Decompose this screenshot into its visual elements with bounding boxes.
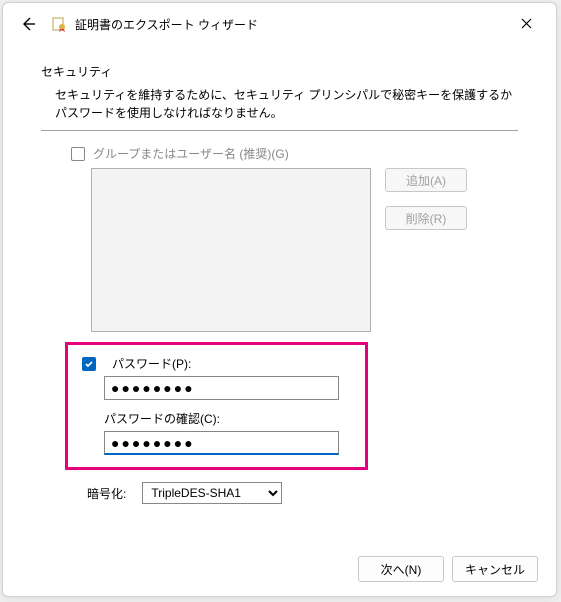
section-description: セキュリティを維持するために、セキュリティ プリンシパルで秘密キーを保護するかパ… xyxy=(41,86,518,122)
export-wizard-dialog: 証明書のエクスポート ウィザード セキュリティ セキュリティを維持するために、セ… xyxy=(2,2,557,597)
password-confirm-input[interactable] xyxy=(104,431,339,455)
group-checkbox[interactable] xyxy=(71,147,85,161)
password-label: パスワード(P): xyxy=(112,355,191,372)
password-input[interactable] xyxy=(104,376,339,400)
content-area: セキュリティ セキュリティを維持するために、セキュリティ プリンシパルで秘密キー… xyxy=(3,43,556,544)
close-icon xyxy=(521,18,532,29)
group-checkbox-row: グループまたはユーザー名 (推奨)(G) xyxy=(41,145,518,162)
dialog-title: 証明書のエクスポート ウィザード xyxy=(75,16,258,33)
encryption-label: 暗号化: xyxy=(87,485,126,502)
close-button[interactable] xyxy=(506,9,546,37)
titlebar: 証明書のエクスポート ウィザード xyxy=(3,3,556,43)
password-confirm-label: パスワードの確認(C): xyxy=(104,410,351,427)
certificate-icon xyxy=(51,16,67,32)
principals-area: 追加(A) 削除(R) xyxy=(41,168,518,332)
password-checkbox[interactable] xyxy=(82,357,96,371)
section-title: セキュリティ xyxy=(41,63,518,80)
next-button[interactable]: 次へ(N) xyxy=(358,556,444,582)
encryption-row: 暗号化: TripleDES-SHA1 xyxy=(87,482,518,504)
group-label: グループまたはユーザー名 (推奨)(G) xyxy=(93,145,289,162)
remove-button[interactable]: 削除(R) xyxy=(385,206,467,230)
back-button[interactable] xyxy=(19,15,37,33)
principals-listbox[interactable] xyxy=(91,168,371,332)
divider xyxy=(41,130,518,131)
cancel-button[interactable]: キャンセル xyxy=(452,556,538,582)
add-button[interactable]: 追加(A) xyxy=(385,168,467,192)
encryption-select[interactable]: TripleDES-SHA1 xyxy=(142,482,282,504)
password-row: パスワード(P): xyxy=(82,355,351,400)
password-highlight: パスワード(P): パスワードの確認(C): xyxy=(65,342,368,470)
password-check-row: パスワード(P): xyxy=(82,355,351,372)
principals-buttons: 追加(A) 削除(R) xyxy=(385,168,467,332)
back-arrow-icon xyxy=(20,16,36,32)
footer: 次へ(N) キャンセル xyxy=(3,544,556,596)
